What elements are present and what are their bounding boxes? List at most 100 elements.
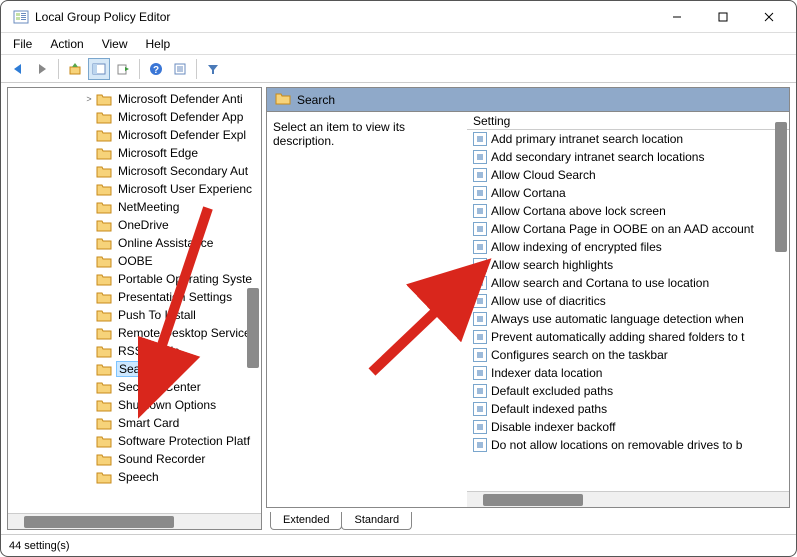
folder-icon — [96, 92, 112, 106]
setting-row[interactable]: Prevent automatically adding shared fold… — [467, 328, 789, 346]
setting-row[interactable]: Configures search on the taskbar — [467, 346, 789, 364]
policy-icon — [473, 438, 487, 452]
properties-button[interactable] — [169, 58, 191, 80]
tree-vertical-scrollbar-thumb[interactable] — [247, 288, 259, 368]
folder-icon — [96, 128, 112, 142]
list-horizontal-scrollbar-thumb[interactable] — [483, 494, 583, 506]
maximize-button[interactable] — [700, 2, 746, 32]
tree-item[interactable]: NetMeeting — [8, 198, 261, 216]
folder-icon — [96, 236, 112, 250]
description-prompt: Select an item to view its description. — [273, 120, 405, 148]
tree-item-label: Shutdown Options — [116, 398, 218, 412]
tree-item[interactable]: Software Protection Platf — [8, 432, 261, 450]
folder-icon — [96, 272, 112, 286]
setting-row[interactable]: Disable indexer backoff — [467, 418, 789, 436]
close-button[interactable] — [746, 2, 792, 32]
titlebar: Local Group Policy Editor — [1, 1, 796, 33]
tabstrip: Extended Standard — [266, 508, 790, 530]
tree-item-label: Online Assistance — [116, 236, 215, 250]
setting-label: Allow Cortana above lock screen — [491, 204, 666, 218]
minimize-button[interactable] — [654, 2, 700, 32]
tree-item[interactable]: Online Assistance — [8, 234, 261, 252]
tree-item-label: Smart Card — [116, 416, 181, 430]
setting-row[interactable]: Allow Cortana above lock screen — [467, 202, 789, 220]
menu-help[interactable]: Help — [138, 35, 179, 53]
detail-vertical-scrollbar-thumb[interactable] — [775, 122, 787, 252]
tree-item[interactable]: Shutdown Options — [8, 396, 261, 414]
policy-icon — [473, 276, 487, 290]
menu-view[interactable]: View — [94, 35, 136, 53]
tree-item-label: Speech — [116, 470, 161, 484]
setting-label: Indexer data location — [491, 366, 602, 380]
setting-row[interactable]: Allow Cloud Search — [467, 166, 789, 184]
menu-action[interactable]: Action — [42, 35, 91, 53]
toolbar-separator — [139, 59, 140, 79]
folder-icon — [96, 200, 112, 214]
tree-item[interactable]: Push To Install — [8, 306, 261, 324]
tree-item-label: Push To Install — [116, 308, 198, 322]
setting-row[interactable]: Add secondary intranet search locations — [467, 148, 789, 166]
setting-row[interactable]: Allow indexing of encrypted files — [467, 238, 789, 256]
setting-row[interactable]: Allow Cortana — [467, 184, 789, 202]
setting-row[interactable]: Allow use of diacritics — [467, 292, 789, 310]
tree-item-label: Security Center — [116, 380, 203, 394]
setting-row[interactable]: Indexer data location — [467, 364, 789, 382]
setting-row[interactable]: Allow search highlights — [467, 256, 789, 274]
back-button[interactable] — [7, 58, 29, 80]
setting-row[interactable]: Add primary intranet search location — [467, 130, 789, 148]
tree-item[interactable]: >Microsoft Defender Anti — [8, 90, 261, 108]
tree-item[interactable]: Microsoft Edge — [8, 144, 261, 162]
tree-item-label: OOBE — [116, 254, 155, 268]
toolbar-separator — [58, 59, 59, 79]
policy-icon — [473, 384, 487, 398]
content-area: >Microsoft Defender AntiMicrosoft Defend… — [1, 83, 796, 534]
folder-icon — [96, 362, 112, 376]
tree-item[interactable]: Remote Desktop Service — [8, 324, 261, 342]
tree-item[interactable]: Security Center — [8, 378, 261, 396]
filter-button[interactable] — [202, 58, 224, 80]
tree-horizontal-scrollbar-thumb[interactable] — [24, 516, 174, 528]
folder-icon — [96, 344, 112, 358]
tree-item[interactable]: Portable Operating Syste — [8, 270, 261, 288]
tree-item[interactable]: Presentation Settings — [8, 288, 261, 306]
folder-icon — [96, 470, 112, 484]
menu-file[interactable]: File — [5, 35, 40, 53]
setting-label: Add secondary intranet search locations — [491, 150, 704, 164]
tree-item[interactable]: Smart Card — [8, 414, 261, 432]
setting-label: Allow use of diacritics — [491, 294, 606, 308]
setting-row[interactable]: Do not allow locations on removable driv… — [467, 436, 789, 454]
tree-item[interactable]: OOBE — [8, 252, 261, 270]
policy-icon — [473, 150, 487, 164]
tree-item[interactable]: Microsoft Defender App — [8, 108, 261, 126]
help-button[interactable]: ? — [145, 58, 167, 80]
tree-scroll[interactable]: >Microsoft Defender AntiMicrosoft Defend… — [8, 88, 261, 513]
column-header-setting[interactable]: Setting — [467, 112, 789, 130]
show-tree-button[interactable] — [88, 58, 110, 80]
tree-item-label: Microsoft Edge — [116, 146, 200, 160]
tree-item[interactable]: OneDrive — [8, 216, 261, 234]
tab-standard[interactable]: Standard — [341, 512, 412, 530]
tree-item-label: Microsoft Secondary Aut — [116, 164, 250, 178]
tree-item[interactable]: Microsoft User Experienc — [8, 180, 261, 198]
tree-item[interactable]: Speech — [8, 468, 261, 486]
tree-item[interactable]: Microsoft Secondary Aut — [8, 162, 261, 180]
settings-list[interactable]: Add primary intranet search location Add … — [467, 130, 789, 507]
setting-row[interactable]: Allow search and Cortana to use location — [467, 274, 789, 292]
setting-row[interactable]: Allow Cortana Page in OOBE on an AAD acc… — [467, 220, 789, 238]
setting-row[interactable]: Always use automatic language detection … — [467, 310, 789, 328]
setting-row[interactable]: Default indexed paths — [467, 400, 789, 418]
tab-extended[interactable]: Extended — [270, 512, 342, 530]
tree-horizontal-scrollbar[interactable] — [8, 513, 261, 529]
statusbar: 44 setting(s) — [1, 534, 796, 556]
export-button[interactable] — [112, 58, 134, 80]
tree-item[interactable]: RSS Feeds — [8, 342, 261, 360]
setting-row[interactable]: Default excluded paths — [467, 382, 789, 400]
tree-item[interactable]: Microsoft Defender Expl — [8, 126, 261, 144]
list-horizontal-scrollbar[interactable] — [467, 491, 789, 507]
forward-button[interactable] — [31, 58, 53, 80]
up-button[interactable] — [64, 58, 86, 80]
expand-icon[interactable]: > — [82, 94, 96, 104]
policy-icon — [473, 420, 487, 434]
tree-item[interactable]: Sound Recorder — [8, 450, 261, 468]
tree-item[interactable]: Search — [8, 360, 261, 378]
